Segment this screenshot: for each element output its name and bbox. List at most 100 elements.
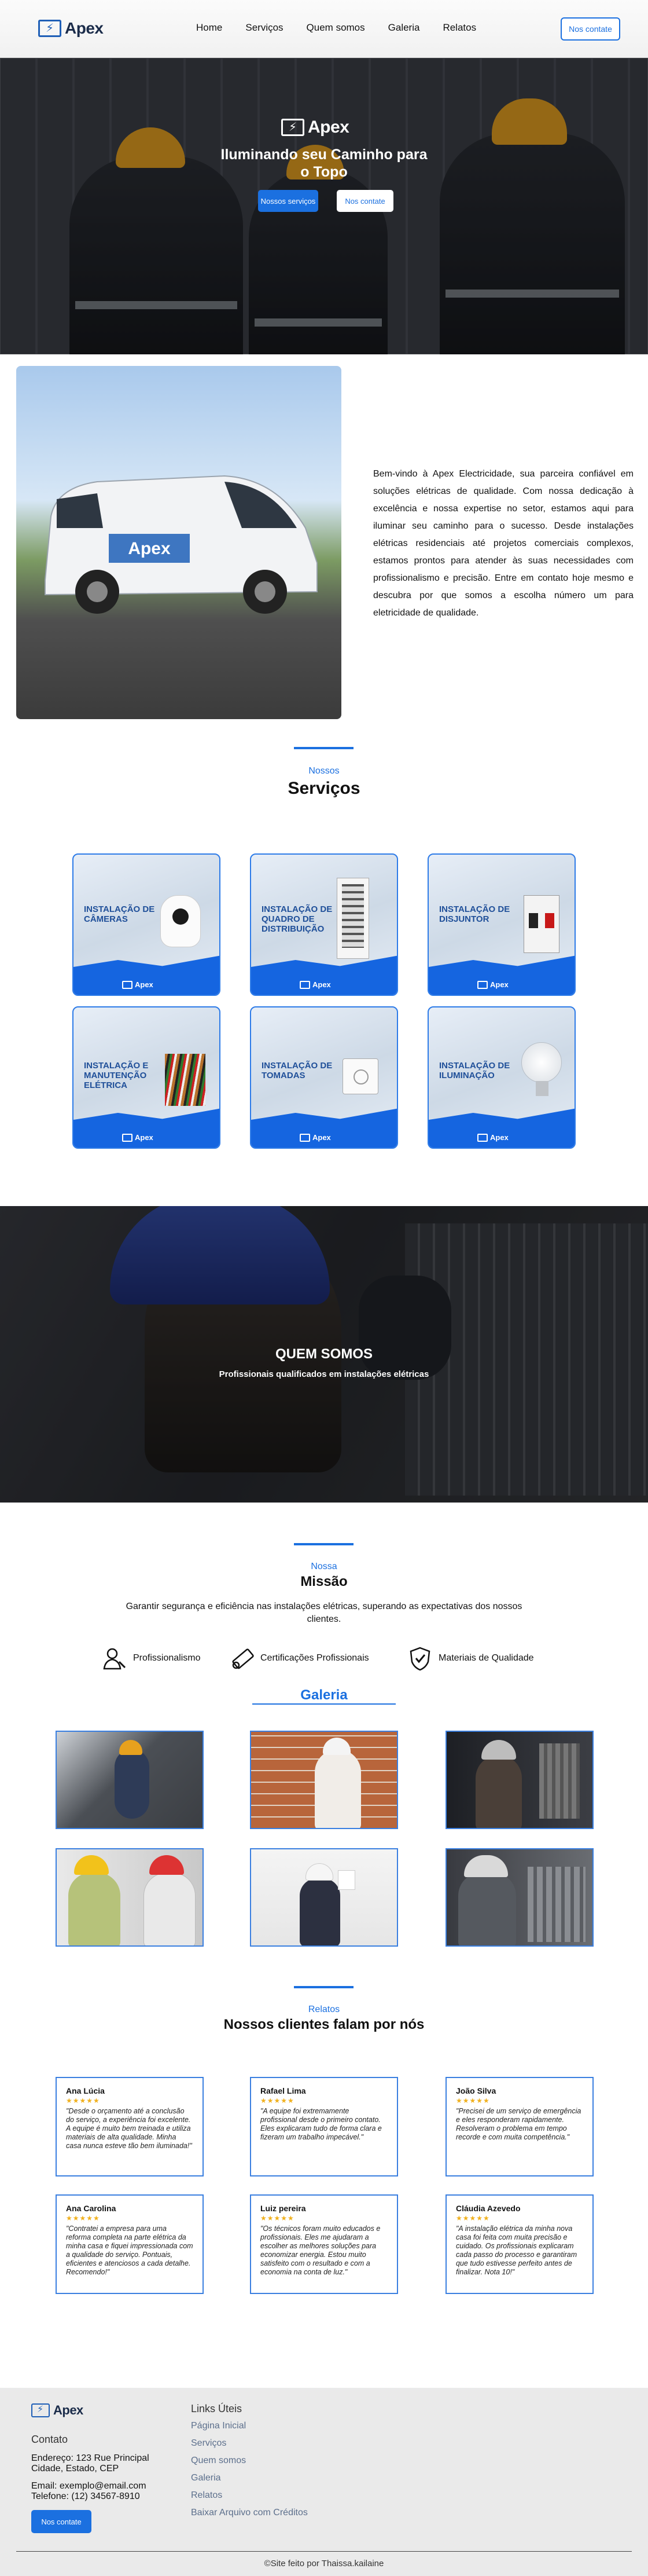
footer-brand-name: Apex [53,2403,83,2417]
bolt-logo-icon [122,980,132,989]
value-item: Certificações Profissionais [229,1646,369,1671]
value-item: Profissionalismo [102,1646,200,1671]
quality-shield-icon [410,1647,430,1671]
footer-link-galeria[interactable]: Galeria [191,2469,341,2487]
hero-contact-button[interactable]: Nos contate [337,190,393,212]
card-brand: Apex [300,980,331,989]
star-rating-icon: ★★★★★ [260,2097,294,2105]
service-card-label: INSTALAÇÃO E MANUTENÇÃO ELÉTRICA [84,1061,149,1090]
gallery-title: Galeria [300,1687,348,1703]
van-illustration: Apex [45,475,318,614]
bolt-logo-icon [300,1133,310,1142]
brand-logo[interactable]: ⚡ Apex [38,19,104,38]
star-rating-icon: ★★★★★ [66,2214,100,2222]
brand-name: Apex [65,19,104,37]
card-brand-name: Apex [312,980,331,989]
footer-link-servicos[interactable]: Serviços [191,2435,341,2452]
service-card-cameras[interactable]: INSTALAÇÃO DE CÂMERAS Apex [72,853,220,996]
bolt-logo-icon [300,980,310,989]
footer-link-home[interactable]: Página Inicial [191,2417,341,2435]
value-label: Certificações Profissionais [260,1653,369,1663]
mission-text: Garantir segurança e eficiência nas inst… [126,1602,522,1624]
review-text: "Precisei de um serviço de emergência e … [456,2107,581,2141]
footer-link-download-credits[interactable]: Baixar Arquivo com Créditos [191,2504,341,2522]
review-text: "A equipe foi extremamente profissional … [260,2107,382,2141]
svg-text:Apex: Apex [128,539,171,558]
site-header: ⚡ Apex Home Serviços Quem somos Galeria … [0,0,648,58]
value-label: Profissionalismo [133,1653,201,1663]
gallery-photo[interactable] [446,1731,594,1829]
section-divider [294,747,354,749]
gallery-photo[interactable] [250,1848,398,1947]
service-card-lighting[interactable]: INSTALAÇÃO DE ILUMINAÇÃO Apex [428,1006,576,1149]
card-brand: Apex [122,980,153,989]
header-contact-button[interactable]: Nos contate [561,17,620,41]
camera-icon [160,895,201,947]
testimonial-card: Rafael Lima ★★★★★ "A equipe foi extremam… [250,2077,398,2176]
footer-logo[interactable]: ⚡ Apex [31,2403,83,2418]
reviewer-name: João Silva [456,2086,496,2095]
footer-email: Email: exemplo@email.com [31,2481,146,2491]
card-brand: Apex [122,1133,153,1142]
footer-address: Endereço: 123 Rue Principal Cidade, Esta… [31,2453,149,2474]
about-paragraph: Bem-vindo à Apex Electricidade, sua parc… [373,469,634,618]
values-row: Profissionalismo Certificações Profissio… [98,1646,561,1672]
testimonials-kicker: Relatos [308,2005,340,2014]
certificate-icon [232,1648,254,1669]
gallery-photo[interactable] [56,1848,204,1947]
bolt-logo-icon: ⚡ [281,119,304,136]
section-divider [294,1986,354,1988]
nav-home[interactable]: Home [196,22,222,34]
star-rating-icon: ★★★★★ [456,2097,490,2105]
footer-contact-button[interactable]: Nos contate [31,2510,91,2533]
card-brand: Apex [477,1133,509,1142]
hero-overlay [0,58,648,354]
nav-servicos[interactable]: Serviços [245,22,283,34]
services-title: Serviços [288,779,360,798]
star-rating-icon: ★★★★★ [456,2214,490,2222]
card-brand: Apex [300,1133,331,1142]
service-card-distribution-board[interactable]: INSTALAÇÃO DE QUADRO DE DISTRIBUIÇÃO Ape… [250,853,398,996]
footer-divider [16,2551,632,2552]
reviewer-name: Ana Lúcia [66,2086,105,2095]
bolt-logo-icon [477,1133,488,1142]
footer-links: Página Inicial Serviços Quem somos Galer… [191,2417,341,2522]
review-text: "Desde o orçamento até a conclusão do se… [66,2107,192,2150]
nav-quem-somos[interactable]: Quem somos [307,22,365,34]
testimonial-card: Cláudia Azevedo ★★★★★ "A instalação elét… [446,2194,594,2294]
footer-phone: Telefone: (12) 34567-8910 [31,2491,140,2501]
about-us-subtitle: Profissionais qualificados em instalaçõe… [219,1369,429,1379]
service-card-breaker[interactable]: INSTALAÇÃO DE DISJUNTOR Apex [428,853,576,996]
section-divider [294,1543,354,1545]
testimonial-card: Ana Carolina ★★★★★ "Contratei a empresa … [56,2194,204,2294]
breaker-icon [524,895,559,953]
bolt-logo-icon: ⚡ [31,2403,50,2417]
services-button[interactable]: Nossos serviços [258,190,318,212]
about-us-title: QUEM SOMOS [275,1346,373,1362]
service-card-maintenance[interactable]: INSTALAÇÃO E MANUTENÇÃO ELÉTRICA Apex [72,1006,220,1149]
nav-galeria[interactable]: Galeria [388,22,420,34]
service-van-image: Apex [16,366,341,719]
outlet-icon [343,1058,378,1094]
gallery-photo[interactable] [56,1731,204,1829]
service-card-label: INSTALAÇÃO DE TOMADAS [262,1061,333,1080]
footer-link-relatos[interactable]: Relatos [191,2487,341,2504]
star-rating-icon: ★★★★★ [260,2214,294,2222]
hero-logo: ⚡ Apex [281,118,349,137]
nav-relatos[interactable]: Relatos [443,22,476,34]
hero-banner [0,58,648,354]
services-kicker: Nossos [308,766,340,776]
reviewer-name: Ana Carolina [66,2204,116,2213]
value-item: Materiais de Qualidade [407,1646,534,1671]
gallery-photo[interactable] [446,1848,594,1947]
main-nav: Home Serviços Quem somos Galeria Relatos [196,22,499,34]
star-rating-icon: ★★★★★ [66,2097,100,2105]
gallery-photo[interactable] [250,1731,398,1829]
service-card-outlets[interactable]: INSTALAÇÃO DE TOMADAS Apex [250,1006,398,1149]
lightbulb-icon [521,1042,562,1096]
footer-link-quem-somos[interactable]: Quem somos [191,2452,341,2469]
distribution-board-icon [337,878,369,959]
mission-kicker: Nossa [311,1562,337,1571]
reviewer-name: Cláudia Azevedo [456,2204,521,2213]
gallery-divider [252,1703,396,1705]
